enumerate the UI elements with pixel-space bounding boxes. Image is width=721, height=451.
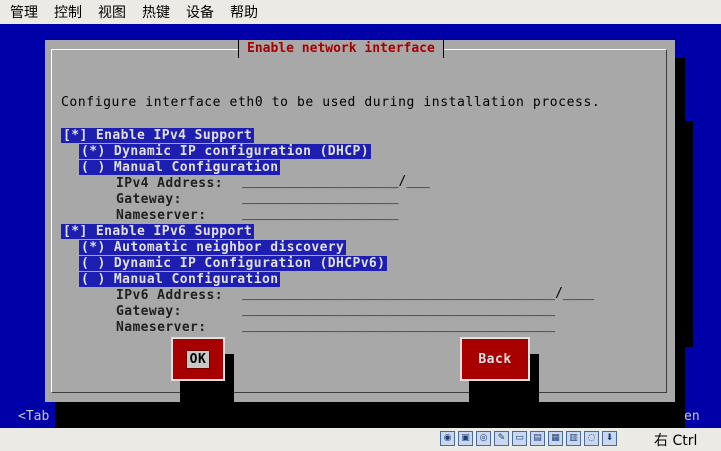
ipv6-manual-radio[interactable]: ( ) Manual Configuration [79, 272, 281, 287]
network-interface-dialog: Enable network interface Configure inter… [45, 40, 675, 402]
hard-disk-icon[interactable]: ▭ [512, 431, 527, 446]
floppy-icon[interactable]: ▣ [458, 431, 473, 446]
shared-folder-icon[interactable]: ▥ [566, 431, 581, 446]
ipv4-enable-checkbox[interactable]: [*] Enable IPv4 Support [61, 128, 255, 143]
pen-icon[interactable]: ✎ [494, 431, 509, 446]
ipv6-gateway-input[interactable]: ________________________________________ [242, 302, 555, 318]
menu-hotkeys[interactable]: 热键 [142, 2, 170, 22]
usb-icon[interactable]: ▤ [530, 431, 545, 446]
host-key-indicator: 右 Ctrl [654, 433, 698, 449]
ipv4-gateway-label: Gateway: [116, 192, 182, 207]
ok-button[interactable]: OK [171, 337, 225, 381]
cdrom-icon[interactable]: ◉ [440, 431, 455, 446]
ipv4-gateway-input[interactable]: ____________________ [242, 190, 399, 206]
capture-icon[interactable]: ◌ [584, 431, 599, 446]
vm-screen[interactable]: <Tab en Enable network interface Configu… [0, 24, 721, 428]
keyboard-hint-right: en [684, 409, 700, 424]
dialog-title: Enable network interface [238, 40, 444, 58]
network-icon[interactable]: ▦ [548, 431, 563, 446]
ipv6-auto-radio[interactable]: (*) Automatic neighbor discovery [79, 240, 347, 255]
menu-control[interactable]: 控制 [54, 2, 82, 22]
ipv4-address-label: IPv4 Address: [116, 176, 223, 191]
menu-manage[interactable]: 管理 [10, 2, 38, 22]
ipv6-address-label: IPv6 Address: [116, 288, 223, 303]
dialog-description: Configure interface eth0 to be used duri… [61, 95, 601, 110]
back-button[interactable]: Back [460, 337, 530, 381]
ipv4-nameserver-input[interactable]: ____________________ [242, 206, 399, 222]
ipv6-gateway-label: Gateway: [116, 304, 182, 319]
ipv4-dhcp-radio[interactable]: (*) Dynamic IP configuration (DHCP) [79, 144, 371, 159]
ipv4-address-input[interactable]: ____________________/___ [242, 174, 430, 190]
menu-devices[interactable]: 设备 [186, 2, 214, 22]
ipv6-nameserver-input[interactable]: ________________________________________ [242, 318, 555, 334]
ipv6-nameserver-label: Nameserver: [116, 320, 207, 335]
ipv4-nameserver-label: Nameserver: [116, 208, 207, 223]
host-menubar: 管理 控制 视图 热键 设备 帮助 [0, 0, 721, 24]
back-button-label: Back [478, 351, 512, 367]
ipv6-address-input[interactable]: ________________________________________… [242, 286, 594, 302]
device-icons: ◉ ▣ ◎ ✎ ▭ ▤ ▦ ▥ ◌ ⬇ [440, 431, 617, 446]
menu-view[interactable]: 视图 [98, 2, 126, 22]
ipv6-dhcp-radio[interactable]: ( ) Dynamic IP Configuration (DHCPv6) [79, 256, 388, 271]
host-statusbar: ◉ ▣ ◎ ✎ ▭ ▤ ▦ ▥ ◌ ⬇ 右 Ctrl [0, 428, 721, 451]
keyboard-hint-left: <Tab [18, 409, 50, 424]
optical-drive-icon[interactable]: ◎ [476, 431, 491, 446]
ipv4-manual-radio[interactable]: ( ) Manual Configuration [79, 160, 281, 175]
menu-help[interactable]: 帮助 [230, 2, 258, 22]
ipv6-enable-checkbox[interactable]: [*] Enable IPv6 Support [61, 224, 255, 239]
mouse-integration-icon[interactable]: ⬇ [602, 431, 617, 446]
ok-button-label: OK [185, 349, 211, 369]
